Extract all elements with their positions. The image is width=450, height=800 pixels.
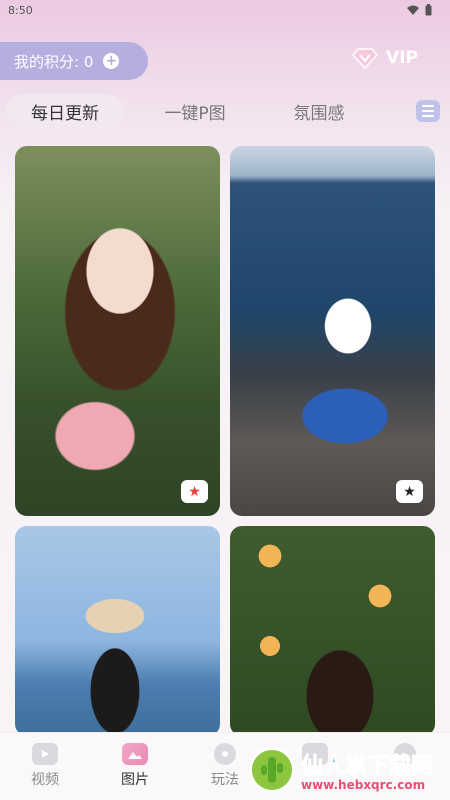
diamond-icon [352,48,379,69]
tab-label: 氛围感 [293,103,345,124]
wifi-icon [407,5,419,15]
status-icons [407,4,432,16]
image-card[interactable]: ★ [15,146,220,516]
watermark: 仙人掌下载网 www.hebxqrc.com [245,744,450,796]
cactus-icon [249,747,295,793]
star-icon[interactable]: ★ [396,480,423,503]
play-icon [214,743,236,765]
tab-label: 每日更新 [31,103,99,124]
image-card[interactable]: ★ [230,146,435,516]
battery-icon [425,4,432,16]
status-time: 8:50 [8,3,33,17]
tab-daily-update[interactable]: 每日更新 [6,94,124,128]
video-icon [32,743,58,765]
image-card[interactable] [15,526,220,736]
points-pill[interactable]: 我的积分: 0 + [0,42,148,80]
category-tabs: 每日更新 一键P图 氛围感 [6,93,444,129]
add-points-icon[interactable]: + [103,53,120,69]
vip-label: VIP [386,48,418,68]
tab-one-click-edit[interactable]: 一键P图 [136,94,254,128]
image-card[interactable] [230,526,435,736]
nav-image[interactable]: 图片 [100,743,170,789]
tab-label: 一键P图 [164,103,226,124]
watermark-url: www.hebxqrc.com [301,778,426,792]
points-label: 我的积分: 0 [14,52,94,71]
star-icon[interactable]: ★ [181,480,208,503]
tab-atmosphere[interactable]: 氛围感 [260,94,378,128]
status-bar: 8:50 [0,0,450,20]
menu-icon[interactable] [416,100,440,122]
image-icon [122,743,148,765]
vip-button[interactable]: VIP [352,47,418,69]
nav-label: 图片 [121,772,149,788]
watermark-text: 仙人掌下载网 [300,754,434,780]
nav-video[interactable]: 视频 [10,743,80,789]
nav-label: 玩法 [211,772,239,788]
nav-label: 视频 [31,772,59,788]
